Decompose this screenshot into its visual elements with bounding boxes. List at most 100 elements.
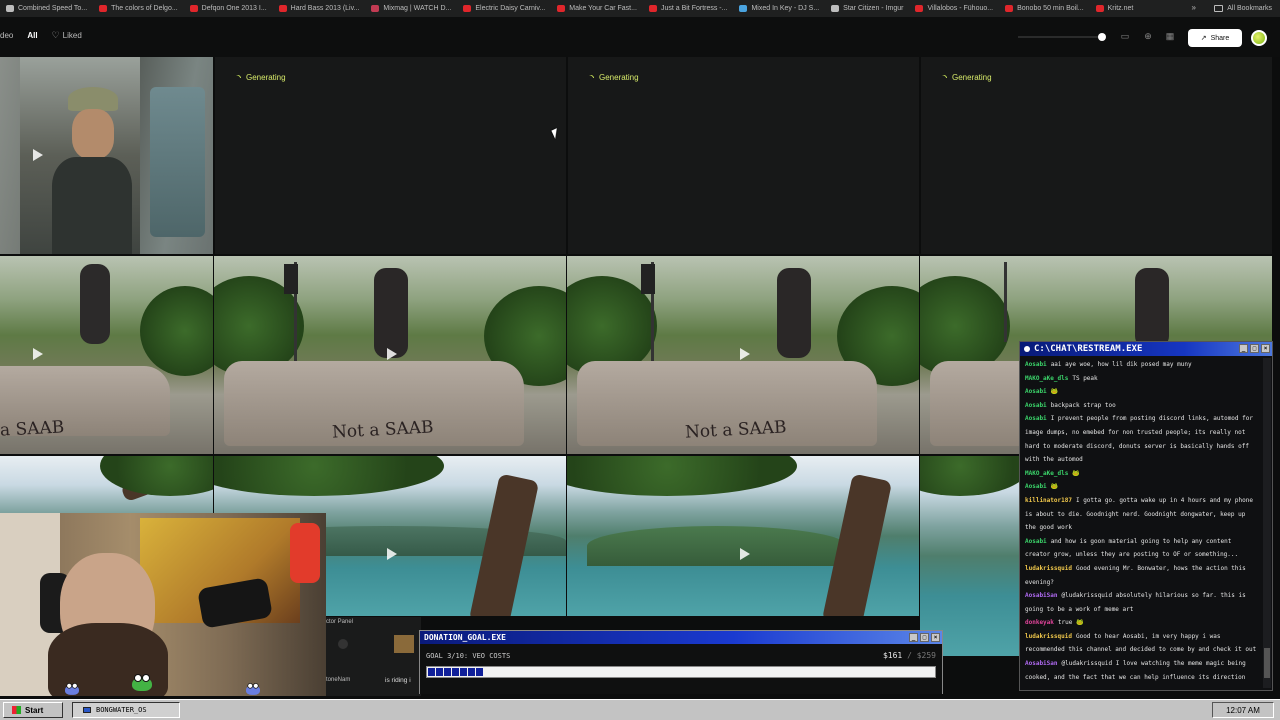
bookmark-label: Hard Bass 2013 (Liv... <box>290 5 360 12</box>
chat-text: aai aye woe, how lil dik posed may muny <box>1050 361 1192 368</box>
chat-username[interactable]: donkeyak <box>1025 619 1054 626</box>
play-icon[interactable] <box>387 548 397 560</box>
minimize-icon[interactable]: _ <box>1239 344 1248 353</box>
bookmark-icon[interactable]: ▭ <box>1120 31 1130 41</box>
share-button[interactable]: ↗ Share <box>1188 29 1242 47</box>
chat-window: C:\CHAT\RESTREAM.EXE _ □ × Aosabi aai aye… <box>1019 341 1273 691</box>
bookmark-favicon-icon <box>739 5 748 12</box>
video-tile-car-1[interactable]: a SAAB <box>0 256 213 454</box>
bookmark-favicon-icon <box>915 5 924 12</box>
frog-icon <box>246 682 260 695</box>
bookmark-item[interactable]: Kritz.net <box>1090 5 1140 12</box>
taskbar-clock: 12:07 AM <box>1212 702 1274 718</box>
heart-icon: ♡ <box>51 30 60 40</box>
close-icon[interactable]: × <box>931 633 940 642</box>
bookmark-label: Villalobos - Fühouo... <box>927 5 994 12</box>
bookmark-item[interactable]: Mixed In Key - DJ S... <box>733 5 825 12</box>
bookmark-item[interactable]: Electric Daisy Carniv... <box>457 5 551 12</box>
video-tile-car-2[interactable]: Not a SAAB <box>214 256 566 454</box>
actor-name: toneNam <box>326 677 351 683</box>
donation-current: $161 <box>882 651 903 660</box>
play-icon[interactable] <box>33 348 43 360</box>
chat-scrollbar[interactable] <box>1263 358 1271 688</box>
bookmark-label: Star Citizen - Imgur <box>843 5 904 12</box>
chat-username[interactable]: Aosabi <box>1025 538 1047 545</box>
bookmark-favicon-icon <box>99 5 108 12</box>
chat-username[interactable]: Aosabi <box>1025 388 1047 395</box>
actor-panel: ctor Panel toneNam is riding i <box>326 617 421 696</box>
chat-username[interactable]: Aosabi <box>1025 483 1047 490</box>
window-title: C:\CHAT\RESTREAM.EXE <box>1034 344 1143 354</box>
grid-icon[interactable]: ▦ <box>1165 31 1175 41</box>
play-icon[interactable] <box>387 348 397 360</box>
bookmark-favicon-icon <box>1005 5 1014 12</box>
bookmark-item[interactable]: Defqon One 2013 I... <box>184 5 273 12</box>
close-icon[interactable]: × <box>1261 344 1270 353</box>
chat-username[interactable]: AosabiSan <box>1025 660 1058 667</box>
chat-username[interactable]: ludakrissquid <box>1025 633 1072 640</box>
tab-video[interactable]: deo <box>0 31 13 40</box>
target-icon[interactable]: ⊕ <box>1143 31 1153 41</box>
bookmark-item[interactable]: Star Citizen - Imgur <box>825 5 909 12</box>
chat-username[interactable]: Aosabi <box>1025 361 1047 368</box>
chat-text: and how is goon material going to help a… <box>1025 537 1239 559</box>
bookmark-item[interactable]: Hard Bass 2013 (Liv... <box>273 5 366 12</box>
generating-tile-2: Generating <box>567 57 919 254</box>
bookmark-item[interactable]: Villalobos - Fühouo... <box>909 5 999 12</box>
video-tile-sea-3[interactable] <box>567 456 919 616</box>
bookmark-item[interactable]: Combined Speed To... <box>0 5 93 12</box>
spinner-icon <box>939 73 949 82</box>
share-icon: ↗ <box>1200 35 1207 42</box>
chat-username[interactable]: ludakrissquid <box>1025 565 1072 572</box>
play-icon[interactable] <box>740 348 750 360</box>
generating-label: Generating <box>246 73 286 82</box>
bookmark-favicon-icon <box>648 5 657 12</box>
chat-message: AosabiSan @ludakrissquid I love watching … <box>1025 657 1258 684</box>
bookmark-item[interactable]: Just a Bit Fortress -... <box>643 5 734 12</box>
chat-username[interactable]: Aosabi <box>1025 402 1047 409</box>
bookmark-favicon-icon <box>278 5 287 12</box>
bookmark-item[interactable]: Mixmag | WATCH D... <box>365 5 457 12</box>
frog-icon <box>132 674 152 691</box>
maximize-icon[interactable]: □ <box>1250 344 1259 353</box>
chat-username[interactable]: MAKO_aKe_dls <box>1025 375 1068 382</box>
bookmark-label: Electric Daisy Carniv... <box>475 5 546 12</box>
taskbar-item-bongwater[interactable]: BONGWATER_OS <box>72 702 180 718</box>
zoom-slider[interactable] <box>1018 33 1106 41</box>
webcam-overlay <box>0 513 326 696</box>
donation-separator: / <box>907 651 912 660</box>
chat-username[interactable]: MAKO_aKe_dls <box>1025 470 1068 477</box>
video-tile-car-3[interactable]: Not a SAAB <box>567 256 919 454</box>
bookmark-favicon-icon <box>1095 5 1104 12</box>
share-label: Share <box>1210 34 1230 42</box>
donation-goal-window: DONATION_GOAL.EXE _ □ × GOAL 3/10: VEO C… <box>419 630 943 694</box>
chat-scroll-thumb[interactable] <box>1264 648 1270 678</box>
avatar[interactable] <box>1251 30 1267 46</box>
bookmark-item[interactable]: The colors of Delgo... <box>93 5 184 12</box>
generating-status: Generating <box>939 73 992 82</box>
video-tile-soldier[interactable] <box>0 57 213 254</box>
bookmark-item[interactable]: Bonobo 50 min Boil... <box>999 5 1090 12</box>
tab-liked[interactable]: ♡ Liked <box>52 30 82 41</box>
chat-message: AosabiSan @ludakrissquid absolutely hilar… <box>1025 589 1258 616</box>
play-icon[interactable] <box>740 548 750 560</box>
minimize-icon[interactable]: _ <box>909 633 918 642</box>
generating-status: Generating <box>586 73 639 82</box>
maximize-icon[interactable]: □ <box>920 633 929 642</box>
all-bookmarks-button[interactable]: All Bookmarks <box>1214 0 1272 17</box>
bookmarks-overflow-button[interactable]: » <box>1192 3 1196 12</box>
chat-username[interactable]: killinator187 <box>1025 497 1072 504</box>
chat-message: Aosabi backpack strap too <box>1025 399 1258 413</box>
chat-text: 🐸 <box>1072 469 1080 477</box>
chat-message: MAKO_aKe_dls TS peak <box>1025 372 1258 386</box>
play-icon[interactable] <box>33 149 43 161</box>
start-button[interactable]: Start <box>3 702 63 718</box>
tab-all[interactable]: All <box>27 31 37 40</box>
bookmark-favicon-icon <box>371 5 380 12</box>
bookmark-item[interactable]: Make Your Car Fast... <box>551 5 643 12</box>
chat-username[interactable]: Aosabi <box>1025 415 1047 422</box>
thumbnail <box>394 635 414 653</box>
chat-username[interactable]: AosabiSan <box>1025 592 1058 599</box>
zoom-slider-knob[interactable] <box>1098 33 1106 41</box>
chat-text: @ludakrissquid absolutely hilarious so f… <box>1025 592 1246 613</box>
